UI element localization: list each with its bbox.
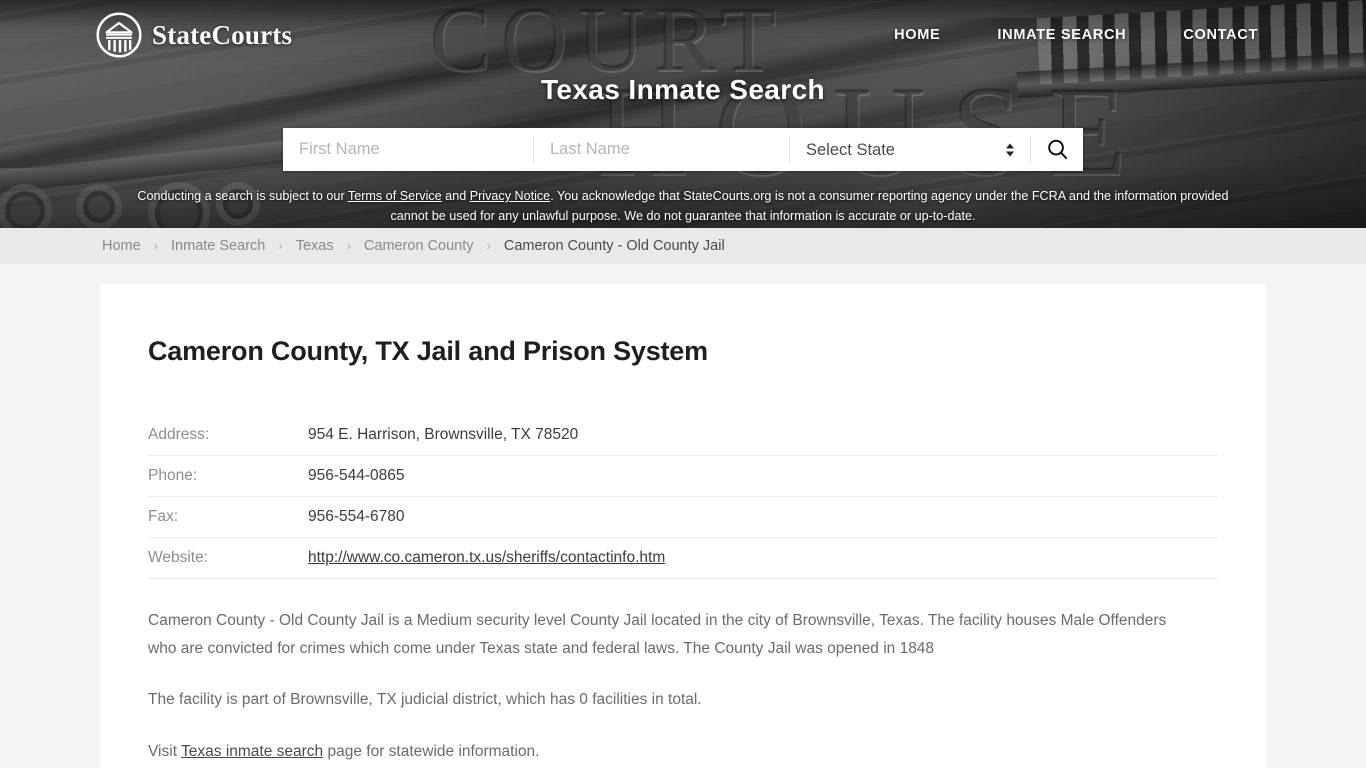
- row-value-website: http://www.co.cameron.tx.us/sheriffs/con…: [308, 538, 1218, 579]
- breadcrumb-item-current: Cameron County - Old County Jail: [503, 238, 725, 254]
- main-navigation: HOME INMATE SEARCH CONTACT: [894, 27, 1258, 43]
- content-card: Cameron County, TX Jail and Prison Syste…: [100, 284, 1266, 768]
- search-submit-button[interactable]: [1031, 128, 1083, 171]
- row-value-fax: 956-554-6780: [308, 508, 405, 525]
- visit-prefix-text: Visit: [148, 742, 182, 760]
- table-row: Website: http://www.co.cameron.tx.us/she…: [148, 538, 1218, 579]
- privacy-notice-link[interactable]: Privacy Notice: [470, 189, 550, 203]
- table-row: Phone: 956-544-0865: [148, 456, 1218, 497]
- hero-title: Texas Inmate Search: [540, 74, 826, 105]
- chevron-right-icon: ›: [346, 237, 351, 253]
- breadcrumb-item-texas[interactable]: Texas: [296, 238, 334, 254]
- brand-name: StateCourts: [152, 19, 293, 50]
- nav-item-home[interactable]: HOME: [894, 27, 940, 43]
- inmate-search-form: Select State: [283, 128, 1083, 171]
- row-label-fax: Fax:: [148, 508, 179, 525]
- page-title: Cameron County, TX Jail and Prison Syste…: [148, 336, 708, 366]
- facility-website-link[interactable]: http://www.co.cameron.tx.us/sheriffs/con…: [308, 549, 665, 566]
- row-label-phone: Phone:: [148, 467, 198, 484]
- chevron-right-icon: ›: [486, 237, 491, 253]
- state-select-wrapper: Select State: [790, 128, 1030, 171]
- courthouse-logo-icon: [96, 12, 142, 58]
- texas-inmate-search-link[interactable]: Texas inmate search: [181, 743, 323, 760]
- facility-info-table: Address: 954 E. Harrison, Brownsville, T…: [148, 415, 1218, 579]
- chevron-right-icon: ›: [153, 237, 159, 253]
- hero-header: COURT HOUSE: [0, 0, 1366, 228]
- search-disclaimer: Conducting a search is subject to our Te…: [133, 186, 1233, 227]
- row-label-website: Website:: [148, 549, 209, 566]
- last-name-input[interactable]: [534, 128, 789, 171]
- disclaimer-text-1: Conducting a search is subject to our: [137, 189, 348, 203]
- table-row: Fax: 956-554-6780: [148, 497, 1218, 538]
- nav-item-inmate-search[interactable]: INMATE SEARCH: [997, 27, 1126, 43]
- top-bar: StateCourts HOME INMATE SEARCH CONTACT: [0, 0, 1366, 70]
- chevron-right-icon: ›: [278, 237, 283, 253]
- row-label-address: Address:: [148, 426, 210, 443]
- breadcrumb: Home › Inmate Search › Texas › Cameron C…: [102, 237, 725, 255]
- magnifier-icon: [1045, 137, 1070, 162]
- terms-of-service-link[interactable]: Terms of Service: [348, 189, 442, 203]
- description-paragraph-1: Cameron County - Old County Jail is a Me…: [148, 612, 1167, 657]
- facility-description: Cameron County - Old County Jail is a Me…: [148, 607, 1218, 765]
- description-paragraph-2: The facility is part of Brownsville, TX …: [148, 691, 702, 709]
- breadcrumb-bar: Home › Inmate Search › Texas › Cameron C…: [0, 228, 1366, 264]
- description-paragraph-3: Visit Texas inmate search page for state…: [148, 738, 1193, 766]
- breadcrumb-item-cameron-county[interactable]: Cameron County: [364, 238, 474, 254]
- state-select[interactable]: Select State: [790, 128, 1030, 171]
- row-value-address: 954 E. Harrison, Brownsville, TX 78520: [308, 426, 579, 443]
- table-row: Address: 954 E. Harrison, Brownsville, T…: [148, 415, 1218, 456]
- brand-logo-link[interactable]: StateCourts: [96, 12, 292, 58]
- breadcrumb-item-inmate-search[interactable]: Inmate Search: [171, 238, 265, 254]
- page-body: Cameron County, TX Jail and Prison Syste…: [0, 264, 1366, 768]
- disclaimer-text-2: and: [441, 189, 470, 203]
- visit-suffix-text: page for statewide information.: [323, 742, 540, 760]
- first-name-input[interactable]: [283, 128, 533, 171]
- breadcrumb-item-home[interactable]: Home: [102, 238, 141, 254]
- row-value-phone: 956-544-0865: [308, 467, 405, 484]
- nav-item-contact[interactable]: CONTACT: [1183, 27, 1258, 43]
